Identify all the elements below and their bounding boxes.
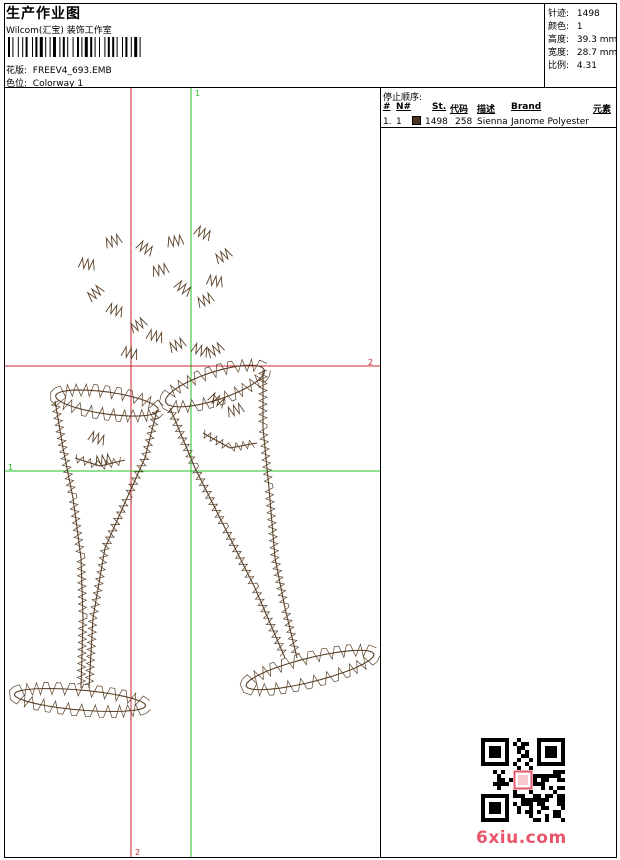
thread-color-swatch [412, 116, 421, 125]
bubble-stitch [130, 316, 148, 334]
page-title: 生产作业图 [6, 6, 81, 22]
stats-divider [544, 3, 545, 88]
stat-label: 高度: [548, 35, 570, 45]
stat-colors: 颜色: 1 [548, 19, 583, 32]
bubble-stitch [120, 345, 138, 361]
col-header-code: 代码 [450, 105, 469, 115]
outline-stitch-run [262, 370, 298, 659]
satin-stitch-run [159, 357, 271, 415]
bubble-stitch [86, 284, 105, 303]
bubble-stitch [205, 273, 223, 289]
guide-label-left: 1 [8, 463, 13, 472]
satin-stitch-run [239, 643, 380, 697]
panel-divider [380, 87, 381, 858]
design-name-value: FREEV4_693.EMB [32, 66, 112, 76]
col-header-element: 元素 [593, 105, 612, 115]
outline-stitch-run [245, 649, 375, 691]
stat-label: 针迹: [548, 9, 570, 19]
bubble-stitch [197, 291, 215, 308]
satin-stitch-run [84, 410, 161, 685]
bubble-stitch [77, 256, 95, 272]
bubble-stitch [105, 301, 123, 318]
col-header-description: 描述 [477, 105, 496, 115]
stat-label: 颜色: [548, 22, 570, 32]
bubble-stitch [215, 247, 233, 265]
bubble-stitch [193, 224, 211, 242]
design-name-label: 花版: [6, 66, 28, 76]
row-divider [380, 127, 617, 128]
bubble-stitch [227, 401, 245, 418]
guide-label-top: 1 [195, 89, 200, 98]
bubble-stitch [135, 239, 154, 257]
stat-scale: 比例: 4.31 [548, 58, 597, 71]
bubble-stitch [190, 341, 208, 358]
champagne-glasses-stitching [9, 224, 380, 719]
barcode [8, 37, 141, 57]
design-name-line: 花版: FREEV4_693.EMB [6, 63, 112, 76]
maker-name: Wilcom(汇宝) 装饰工作室 [6, 26, 112, 36]
row-index: 1. [383, 117, 392, 127]
bubble-stitch [169, 336, 187, 353]
embroidery-design-canvas: 1 2 1 2 [5, 88, 380, 857]
outline-stitch-run [88, 409, 158, 689]
guide-label-right: 2 [368, 358, 373, 367]
satin-stitch-run [50, 382, 164, 424]
bubble-stitch [207, 341, 225, 359]
satin-stitch-run [9, 681, 151, 719]
site-watermark: 6xiu.com [476, 828, 567, 848]
row-description: Sienna [477, 117, 508, 127]
stat-value: 28.7 mm [576, 48, 618, 58]
bubble-stitch [173, 279, 192, 297]
bubble-stitch [105, 232, 123, 249]
bubble-stitch [87, 429, 105, 446]
col-header-brand: Brand [511, 102, 542, 112]
stat-stitches: 针迹: 1498 [548, 6, 600, 19]
row-code: 258 [455, 117, 473, 127]
stat-width: 宽度: 28.7 mm [548, 45, 617, 58]
stat-value: 1498 [576, 9, 600, 19]
stat-height: 高度: 39.3 mm [548, 32, 617, 45]
qr-code [481, 738, 565, 822]
bubble-stitch [153, 262, 170, 278]
bubble-stitch [167, 233, 185, 249]
col-header-needle: N# [396, 102, 412, 112]
stat-value: 4.31 [576, 61, 597, 71]
stat-value: 39.3 mm [576, 35, 618, 45]
stat-value: 1 [576, 22, 583, 32]
row-stitches: 1498 [425, 117, 448, 127]
col-header-stitches: St. [432, 102, 447, 112]
guide-label-bottom: 2 [135, 848, 140, 857]
row-needle: 1 [396, 117, 402, 127]
stat-label: 宽度: [548, 48, 570, 58]
outline-stitch-run [169, 407, 286, 659]
bubble-stitch [145, 328, 163, 344]
outline-stitch-run [54, 400, 84, 689]
stat-label: 比例: [548, 61, 570, 71]
satin-stitch-run [75, 454, 121, 470]
row-brand: Janome Polyester [511, 117, 589, 127]
satin-stitch-run [50, 400, 88, 685]
col-header-index: # [383, 102, 391, 112]
